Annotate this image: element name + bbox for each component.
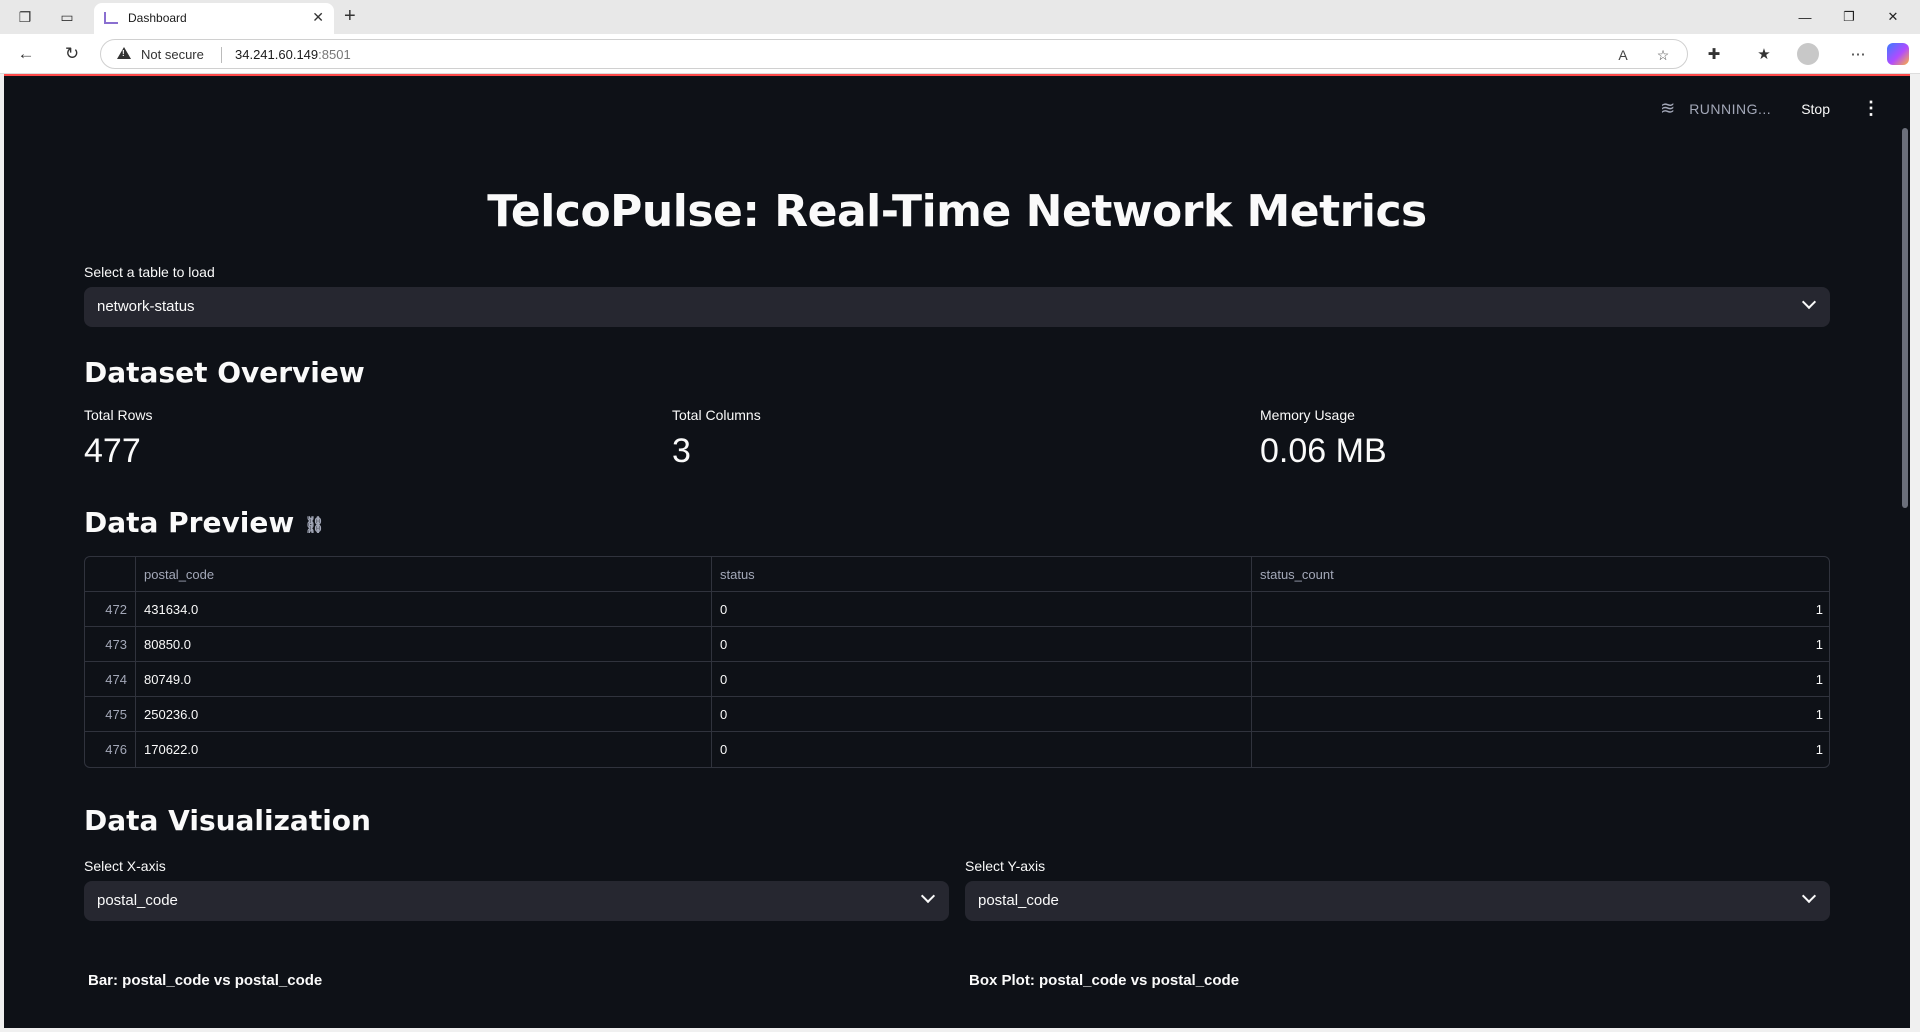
read-aloud-icon[interactable]: A — [1613, 45, 1633, 65]
workspaces-icon[interactable]: ❐ — [14, 6, 36, 28]
cell-status-count[interactable]: 1 — [1252, 662, 1829, 697]
row-index: 475 — [85, 697, 136, 732]
y-axis-select-value: postal_code — [978, 892, 1059, 909]
metric-label: Total Rows — [84, 407, 153, 423]
minimize-icon[interactable]: — — [1790, 6, 1820, 28]
cell-status[interactable]: 0 — [712, 697, 1252, 732]
extensions-icon[interactable]: ✚ — [1702, 42, 1726, 66]
page-title: TelcoPulse: Real-Time Network Metrics — [487, 186, 1427, 237]
table-header-row: postal_code status status_count — [85, 557, 1829, 592]
url-host: 34.241.60.149 — [235, 47, 319, 62]
chevron-down-icon — [920, 888, 936, 904]
cell-status[interactable]: 0 — [712, 662, 1252, 697]
warning-icon[interactable] — [117, 47, 131, 59]
copilot-icon[interactable] — [1887, 43, 1909, 65]
row-index: 472 — [85, 592, 136, 627]
scrollbar[interactable] — [1902, 128, 1908, 508]
metric-label: Total Columns — [672, 407, 761, 423]
stop-button[interactable]: Stop — [1801, 101, 1830, 117]
tab-strip: ❐ ▭ Dashboard ✕ + — ❐ ✕ — [0, 0, 1920, 34]
app-content: ≋ RUNNING... Stop ⋮ TelcoPulse: Real-Tim… — [4, 74, 1910, 1028]
tab-actions-icon[interactable]: ▭ — [56, 6, 78, 28]
refresh-icon[interactable]: ↻ — [60, 42, 84, 66]
new-tab-icon[interactable]: + — [344, 4, 356, 28]
table-select[interactable]: network-status — [84, 287, 1830, 327]
close-window-icon[interactable]: ✕ — [1878, 6, 1908, 28]
profile-avatar[interactable] — [1797, 43, 1819, 65]
address-bar[interactable]: Not secure 34.241.60.149:8501 A ☆ — [100, 39, 1688, 69]
column-header[interactable]: status_count — [1252, 557, 1829, 592]
box-plot-title: Box Plot: postal_code vs postal_code — [969, 972, 1240, 989]
cell-status[interactable]: 0 — [712, 732, 1252, 767]
bar-chart-title: Bar: postal_code vs postal_code — [88, 972, 323, 989]
favorites-icon[interactable]: ★ — [1752, 42, 1776, 66]
table-select-value: network-status — [97, 298, 195, 315]
cell-postal-code[interactable]: 170622.0 — [136, 732, 712, 767]
cell-status-count[interactable]: 1 — [1252, 697, 1829, 732]
cell-status-count[interactable]: 1 — [1252, 592, 1829, 627]
cell-status-count[interactable]: 1 — [1252, 627, 1829, 662]
data-visualization-heading: Data Visualization — [84, 804, 371, 837]
favorite-star-icon[interactable]: ☆ — [1653, 45, 1673, 65]
row-index: 476 — [85, 732, 136, 767]
column-header[interactable]: status — [712, 557, 1252, 592]
metric-value: 0.06 MB — [1260, 432, 1387, 470]
metric-label: Memory Usage — [1260, 407, 1355, 423]
chevron-down-icon — [1801, 888, 1817, 904]
cell-postal-code[interactable]: 250236.0 — [136, 697, 712, 732]
table-row[interactable]: 475 250236.0 0 1 — [85, 697, 1829, 732]
tab-dashboard[interactable]: Dashboard ✕ — [94, 3, 334, 34]
cell-status-count[interactable]: 1 — [1252, 732, 1829, 767]
restore-icon[interactable]: ❐ — [1834, 6, 1864, 28]
chart-favicon-icon — [104, 12, 118, 24]
dataset-overview-heading: Dataset Overview — [84, 356, 365, 389]
running-swimmer-icon: ≋ — [1660, 98, 1676, 118]
y-axis-select-label: Select Y-axis — [965, 858, 1046, 874]
back-icon[interactable]: ← — [14, 42, 38, 66]
cell-postal-code[interactable]: 80850.0 — [136, 627, 712, 662]
table-row[interactable]: 474 80749.0 0 1 — [85, 662, 1829, 697]
x-axis-select[interactable]: postal_code — [84, 881, 949, 921]
table-select-label: Select a table to load — [84, 264, 215, 280]
url-port: :8501 — [318, 47, 351, 62]
metric-value: 477 — [84, 432, 141, 470]
row-index: 473 — [85, 627, 136, 662]
column-header[interactable]: postal_code — [136, 557, 712, 592]
x-axis-select-value: postal_code — [97, 892, 178, 909]
table-row[interactable]: 473 80850.0 0 1 — [85, 627, 1829, 662]
navigation-bar: ← ↻ Not secure 34.241.60.149:8501 A ☆ ✚ … — [0, 34, 1920, 74]
tab-title: Dashboard — [128, 11, 187, 25]
cell-postal-code[interactable]: 431634.0 — [136, 592, 712, 627]
close-tab-icon[interactable]: ✕ — [312, 9, 324, 26]
url-divider — [221, 47, 222, 63]
url-text[interactable]: 34.241.60.149:8501 — [235, 47, 351, 62]
y-axis-select[interactable]: postal_code — [965, 881, 1830, 921]
x-axis-select-label: Select X-axis — [84, 858, 166, 874]
chevron-down-icon — [1801, 294, 1817, 310]
table-row[interactable]: 472 431634.0 0 1 — [85, 592, 1829, 627]
more-options-icon[interactable]: ⋯ — [1846, 42, 1870, 66]
main-menu-icon[interactable]: ⋮ — [1862, 98, 1880, 119]
metric-value: 3 — [672, 432, 691, 470]
data-preview-table[interactable]: postal_code status status_count 472 4316… — [84, 556, 1830, 768]
data-preview-heading: Data Preview ⛓ — [84, 506, 325, 539]
cell-postal-code[interactable]: 80749.0 — [136, 662, 712, 697]
anchor-link-icon[interactable]: ⛓ — [304, 515, 324, 534]
not-secure-label[interactable]: Not secure — [141, 47, 204, 62]
data-preview-title: Data Preview — [84, 506, 295, 539]
cell-status[interactable]: 0 — [712, 627, 1252, 662]
running-status: RUNNING... — [1689, 100, 1772, 117]
status-area: ≋ RUNNING... Stop ⋮ — [1660, 98, 1880, 119]
table-row[interactable]: 476 170622.0 0 1 — [85, 732, 1829, 767]
cell-status[interactable]: 0 — [712, 592, 1252, 627]
row-index: 474 — [85, 662, 136, 697]
index-header — [85, 557, 136, 592]
